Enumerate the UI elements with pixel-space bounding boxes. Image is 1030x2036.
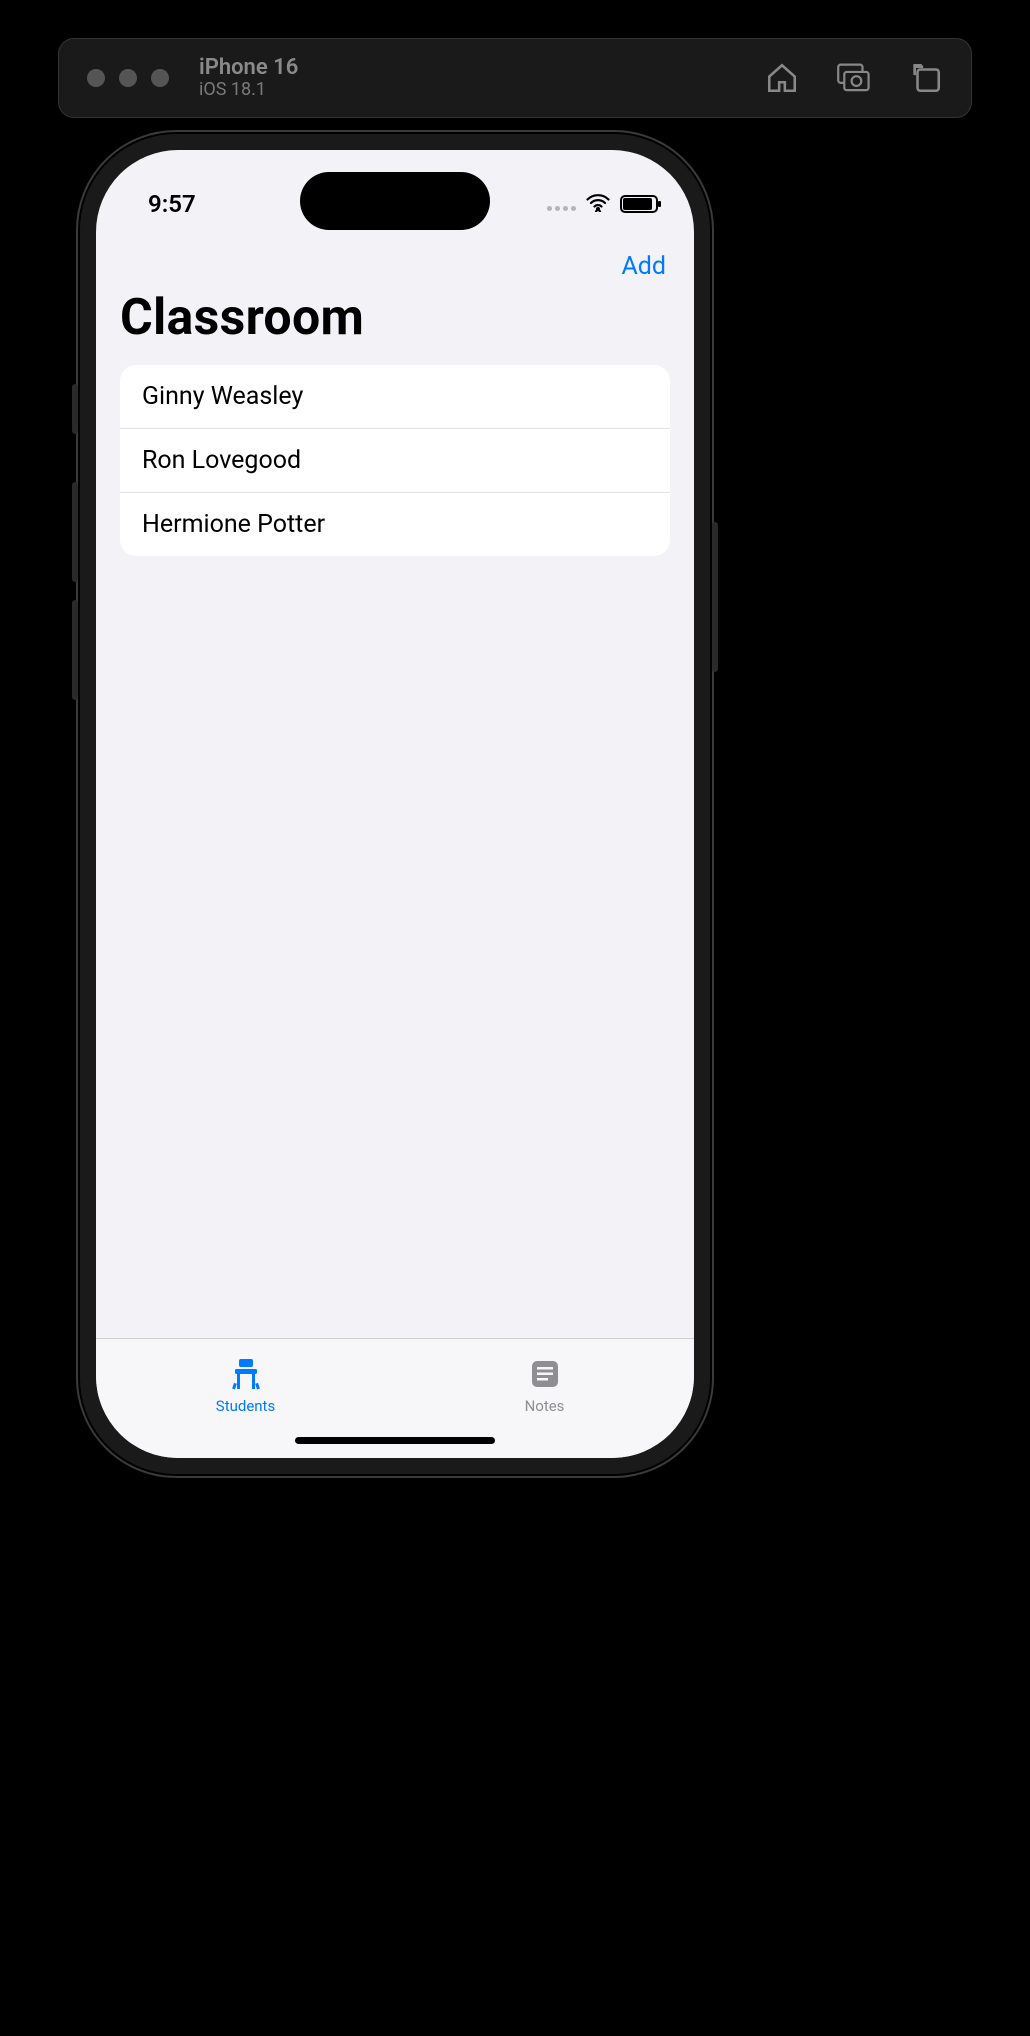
cellular-icon — [547, 197, 576, 211]
simulator-title-block: iPhone 16 iOS 18.1 — [199, 55, 298, 101]
simulator-toolbar: iPhone 16 iOS 18.1 — [58, 38, 972, 118]
notes-icon — [524, 1357, 566, 1395]
students-chair-icon — [225, 1357, 267, 1395]
minimize-window-button[interactable] — [119, 69, 137, 87]
wifi-icon — [586, 190, 610, 218]
battery-icon — [620, 195, 658, 213]
status-time: 9:57 — [148, 190, 196, 218]
nav-bar: Add — [96, 238, 694, 281]
close-window-button[interactable] — [87, 69, 105, 87]
simulator-os-version: iOS 18.1 — [199, 80, 298, 101]
students-list: Ginny Weasley Ron Lovegood Hermione Pott… — [120, 365, 670, 556]
status-indicators — [547, 190, 658, 218]
simulator-device-name: iPhone 16 — [199, 55, 298, 80]
home-icon[interactable] — [765, 61, 799, 95]
student-name: Hermione Potter — [142, 510, 325, 539]
tab-students[interactable]: Students — [96, 1339, 395, 1432]
phone-screen: 9:57 Add Classroom Ginny Weasley Ron Lov… — [96, 150, 694, 1458]
content-area — [96, 556, 694, 1338]
window-controls[interactable] — [87, 69, 169, 87]
home-indicator[interactable] — [295, 1437, 495, 1444]
rotate-icon[interactable] — [909, 61, 943, 95]
dynamic-island — [300, 172, 490, 230]
list-item[interactable]: Ron Lovegood — [120, 429, 670, 493]
tab-notes-label: Notes — [525, 1397, 565, 1415]
tab-notes[interactable]: Notes — [395, 1339, 694, 1432]
student-name: Ginny Weasley — [142, 382, 303, 411]
volume-down-button — [72, 600, 78, 700]
simulator-actions — [765, 61, 943, 95]
add-button[interactable]: Add — [621, 252, 666, 281]
phone-frame: 9:57 Add Classroom Ginny Weasley Ron Lov… — [76, 130, 714, 1478]
student-name: Ron Lovegood — [142, 446, 301, 475]
list-item[interactable]: Hermione Potter — [120, 493, 670, 556]
volume-up-button — [72, 482, 78, 582]
list-item[interactable]: Ginny Weasley — [120, 365, 670, 429]
screenshot-icon[interactable] — [837, 61, 871, 95]
zoom-window-button[interactable] — [151, 69, 169, 87]
tab-students-label: Students — [216, 1397, 275, 1415]
page-title: Classroom — [96, 281, 694, 365]
side-button — [712, 522, 718, 672]
mute-switch — [72, 384, 78, 434]
